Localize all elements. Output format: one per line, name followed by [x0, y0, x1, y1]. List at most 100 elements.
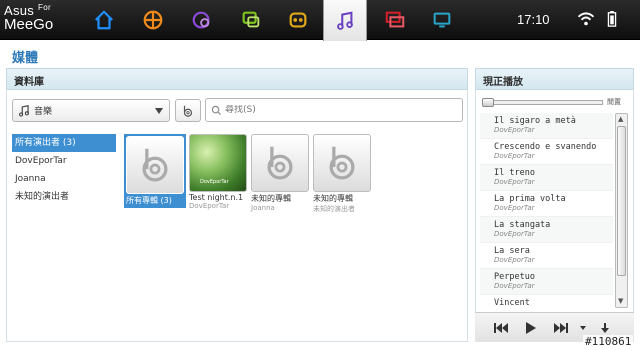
people-icon	[192, 11, 210, 29]
download-button[interactable]	[597, 321, 613, 335]
album-cover	[251, 134, 309, 192]
download-icon	[601, 323, 609, 333]
home-tab[interactable]	[82, 0, 126, 40]
album-tile-unknown-unknown[interactable]: 未知的專輯 未知的演出者	[313, 134, 373, 214]
brand-for: For	[38, 3, 51, 12]
playlist-item[interactable]: Il treno DovEporTar	[480, 165, 613, 191]
dropdown-arrow-icon	[580, 326, 586, 330]
artist-item-unknown[interactable]: 未知的演出者	[12, 188, 116, 206]
now-playing-header: 現正播放	[475, 68, 634, 90]
clock: 17:10	[517, 12, 550, 27]
track-artist: DovEporTar	[494, 204, 535, 212]
grid-circle-icon	[143, 10, 163, 30]
scroll-up-icon[interactable]: ▲	[618, 115, 623, 124]
track-title: La sera	[494, 246, 530, 256]
search-icon	[211, 105, 222, 115]
devices-tab[interactable]	[420, 0, 464, 40]
track-title: La prima volta	[494, 194, 566, 204]
album-tile-unknown-joanna[interactable]: 未知的專輯 Joanna	[251, 134, 311, 212]
games-icon	[289, 12, 307, 28]
windows-icon	[385, 11, 405, 28]
scrollbar-thumb[interactable]	[617, 126, 626, 276]
album-title: 所有專輯 (3)	[126, 196, 172, 205]
home-icon	[94, 10, 114, 30]
chat-tab[interactable]	[229, 0, 273, 40]
playlist-item[interactable]: La prima volta DovEporTar	[480, 191, 613, 217]
previous-icon	[494, 323, 508, 333]
search-input[interactable]	[225, 105, 455, 115]
track-title: Vincent	[494, 298, 530, 308]
people-tab[interactable]	[180, 0, 224, 40]
album-artist: DovEporTar	[189, 202, 230, 210]
wifi-icon[interactable]	[577, 11, 595, 27]
music-note-icon	[337, 11, 353, 30]
album-artist: Joanna	[251, 204, 275, 212]
playlist-item[interactable]: La sera DovEporTar	[480, 243, 613, 269]
b-logo-icon	[183, 105, 193, 117]
album-artist: 未知的演出者	[313, 205, 355, 213]
next-icon	[554, 323, 568, 333]
apps-tab[interactable]	[131, 0, 175, 40]
track-artist: DovEporTar	[494, 152, 535, 160]
track-title: La stangata	[494, 220, 551, 230]
status-label: 閒置	[607, 98, 621, 106]
scroll-down-icon[interactable]: ▼	[618, 297, 623, 306]
album-title: 未知的專輯	[313, 194, 353, 203]
playlist-item[interactable]: Il sigaro a metà DovEporTar	[480, 113, 613, 139]
b-logo-icon	[267, 146, 293, 180]
track-artist: DovEporTar	[494, 126, 535, 134]
music-tab[interactable]	[323, 0, 367, 41]
playlist-item[interactable]: Vincent	[480, 295, 613, 308]
playlist-item[interactable]: Perpetuo DovEporTar	[480, 269, 613, 295]
chat-icon	[242, 11, 260, 28]
chevron-down-icon	[155, 108, 163, 114]
progress-slider[interactable]	[482, 98, 603, 107]
b-logo-icon	[329, 146, 355, 180]
library-panel	[6, 90, 468, 342]
artist-item-joanna[interactable]: Joanna	[12, 170, 116, 188]
page-title: 媒體	[12, 51, 39, 66]
album-tile-all[interactable]: 所有專輯 (3)	[124, 134, 186, 208]
playlist-scrollbar[interactable]: ▲ ▼	[615, 113, 628, 308]
album-cover	[313, 134, 371, 192]
album-title: 未知的專輯	[251, 194, 291, 203]
playlist: Il sigaro a metà DovEporTar Crescendo e s…	[480, 113, 613, 308]
album-title: Test night.n.1	[189, 193, 244, 202]
artist-item-all[interactable]: 所有演出者 (3)	[12, 134, 116, 152]
watermark: #110861	[583, 335, 634, 348]
album-tile-test-night[interactable]: DovEporTar Test night.n.1 DovEporTar	[189, 134, 249, 210]
next-button[interactable]	[553, 321, 569, 335]
play-icon	[526, 322, 536, 334]
category-label: 音樂	[34, 107, 53, 117]
category-select[interactable]: 音樂	[12, 99, 170, 122]
options-dropdown-button[interactable]	[575, 321, 591, 335]
artist-item-doveportar[interactable]: DovEporTar	[12, 152, 116, 170]
view-toggle-button[interactable]	[175, 99, 201, 122]
track-artist: DovEporTar	[494, 282, 535, 290]
playlist-item[interactable]: Crescendo e svanendo DovEporTar	[480, 139, 613, 165]
b-logo-icon	[142, 148, 168, 182]
battery-icon[interactable]	[607, 11, 617, 27]
track-title: Crescendo e svanendo	[494, 142, 597, 152]
track-title: Il treno	[494, 168, 535, 178]
track-artist: DovEporTar	[494, 178, 535, 186]
library-header: 資料庫	[6, 68, 468, 90]
windows-tab[interactable]	[373, 0, 417, 40]
track-title: Il sigaro a metà	[494, 116, 576, 126]
album-art-text: DovEporTar	[200, 179, 229, 185]
music-note-icon	[19, 104, 29, 117]
search-box[interactable]	[205, 98, 463, 122]
album-cover	[126, 136, 184, 194]
brand-line2: MeeGo	[4, 16, 54, 33]
playlist-item[interactable]: La stangata DovEporTar	[480, 217, 613, 243]
track-title: Perpetuo	[494, 272, 535, 282]
devices-icon	[433, 12, 451, 28]
play-button[interactable]	[523, 321, 539, 335]
track-artist: DovEporTar	[494, 230, 535, 238]
previous-button[interactable]	[493, 321, 509, 335]
track-artist: DovEporTar	[494, 256, 535, 264]
artist-list: 所有演出者 (3) DovEporTar Joanna 未知的演出者	[12, 134, 116, 206]
games-tab[interactable]	[276, 0, 320, 40]
progress-knob[interactable]	[482, 98, 494, 107]
brand-logo: Asus For MeeGo	[4, 3, 84, 37]
